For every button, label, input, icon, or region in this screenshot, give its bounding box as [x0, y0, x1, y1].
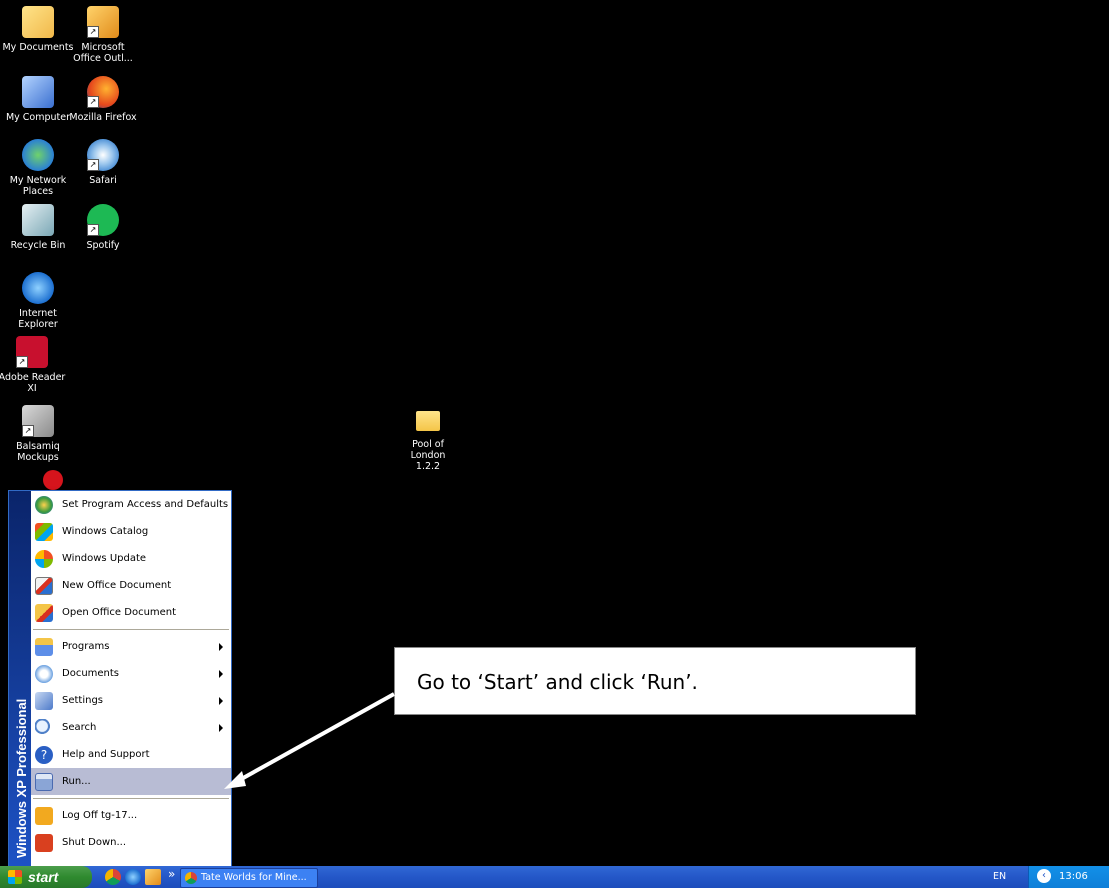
clock[interactable]: 13:06 — [1059, 866, 1088, 888]
callout-arrow-line — [235, 692, 395, 784]
system-tray: EN ‹ 13:06 — [993, 866, 1109, 888]
language-indicator[interactable]: EN — [993, 866, 1006, 888]
start-button-label: start — [28, 869, 59, 885]
windows-flag-icon — [8, 870, 22, 884]
outlook-quicklaunch-icon[interactable] — [145, 869, 161, 885]
callout-arrow — [224, 692, 395, 789]
taskbar-window-label: Tate Worlds for Mine... — [201, 872, 307, 883]
taskbar: start » Tate Worlds for Mine... EN ‹ 13:… — [0, 866, 1109, 888]
ie-quicklaunch-icon[interactable] — [125, 869, 141, 885]
chrome-icon — [185, 872, 197, 884]
show-hidden-icons-icon[interactable]: ‹ — [1037, 869, 1051, 883]
chrome-quicklaunch-icon[interactable] — [105, 869, 121, 885]
taskbar-window-button[interactable]: Tate Worlds for Mine... — [180, 868, 318, 888]
callout-arrow-head — [224, 771, 246, 789]
quicklaunch-more-button[interactable]: » — [168, 867, 175, 881]
start-button[interactable]: start — [0, 866, 92, 888]
